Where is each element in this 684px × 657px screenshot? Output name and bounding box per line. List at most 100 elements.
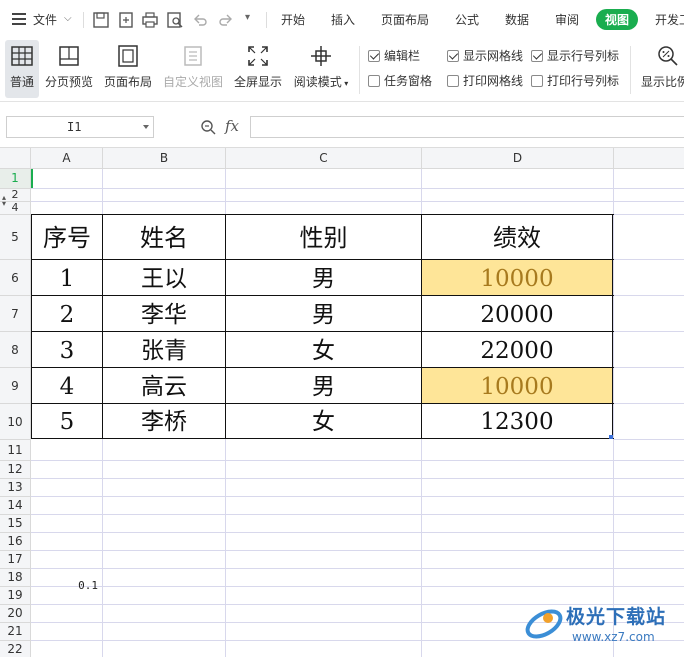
row-header-20[interactable]: 20: [0, 605, 31, 623]
formula-bar-checkbox[interactable]: 编辑栏: [368, 47, 420, 63]
save-icon[interactable]: [92, 11, 110, 29]
cell-b10[interactable]: 李桥: [103, 404, 225, 439]
page-layout-view-button[interactable]: 页面布局: [101, 40, 155, 98]
tab-home[interactable]: 开始: [281, 11, 305, 28]
row-header-17[interactable]: 17: [0, 551, 31, 569]
print-preview-icon[interactable]: [166, 11, 184, 29]
column-header-empty[interactable]: [614, 148, 684, 169]
show-gridlines-checkbox[interactable]: 显示网格线: [447, 47, 523, 63]
cell-d6[interactable]: 10000: [422, 260, 612, 296]
row-header-11[interactable]: 11: [0, 440, 31, 461]
cell-a8[interactable]: 3: [32, 332, 102, 368]
custom-view-button[interactable]: 自定义视图: [161, 40, 225, 98]
row-header-1[interactable]: 1: [0, 169, 31, 189]
formula-input[interactable]: [250, 116, 684, 138]
column-header-c[interactable]: C: [226, 148, 422, 169]
row-header-22[interactable]: 22: [0, 641, 31, 657]
name-box-dropdown-icon[interactable]: [143, 125, 149, 129]
export-pdf-icon[interactable]: [117, 11, 135, 29]
tab-insert[interactable]: 插入: [331, 11, 355, 28]
row-header-18[interactable]: 18: [0, 569, 31, 587]
grid-view-icon: [11, 46, 33, 66]
fullscreen-icon: [248, 46, 268, 66]
row-header-5[interactable]: 5: [0, 215, 31, 260]
print-headings-checkbox[interactable]: 打印行号列标: [531, 72, 619, 88]
row-header-10[interactable]: 10: [0, 404, 31, 440]
cell-b7[interactable]: 李华: [103, 296, 225, 332]
undo-icon[interactable]: [191, 11, 209, 29]
row-header-7[interactable]: 7: [0, 296, 31, 332]
cell-a6[interactable]: 1: [32, 260, 102, 296]
custom-view-icon: [184, 46, 202, 66]
select-all-corner[interactable]: [0, 148, 31, 169]
row-header-16[interactable]: 16: [0, 533, 31, 551]
tab-formulas[interactable]: 公式: [455, 11, 479, 28]
cell-c7[interactable]: 男: [226, 296, 421, 332]
reading-mode-dropdown-icon: ▾: [341, 79, 349, 88]
cell-b9[interactable]: 高云: [103, 368, 225, 404]
header-cell-index[interactable]: 序号: [32, 215, 102, 259]
tab-page-layout[interactable]: 页面布局: [381, 11, 429, 28]
cell-a7[interactable]: 2: [32, 296, 102, 332]
row-header-6[interactable]: 6: [0, 260, 31, 296]
sheet-grid[interactable]: A B C D 1 2 4 ▴ ▾ 5 6 7 8 9 10 11 12 13 1…: [0, 148, 684, 657]
file-menu[interactable]: 文件: [33, 11, 57, 28]
zoom-search-icon[interactable]: [200, 119, 216, 135]
tab-data[interactable]: 数据: [505, 11, 529, 28]
cell-c10[interactable]: 女: [226, 404, 421, 439]
cell-c6[interactable]: 男: [226, 260, 421, 296]
cell-a9[interactable]: 4: [32, 368, 102, 404]
row-header-8[interactable]: 8: [0, 332, 31, 368]
row-header-19[interactable]: 19: [0, 587, 31, 605]
reading-mode-icon: [311, 46, 331, 66]
tab-review[interactable]: 审阅: [555, 11, 579, 28]
column-header-d[interactable]: D: [422, 148, 614, 169]
redo-icon[interactable]: [217, 11, 235, 29]
header-cell-performance[interactable]: 绩效: [422, 215, 612, 259]
cell-d7[interactable]: 20000: [422, 296, 612, 332]
watermark-title: 极光下载站: [566, 606, 667, 628]
active-cell-indicator: [31, 169, 33, 188]
cell-a10[interactable]: 5: [32, 404, 102, 439]
watermark-logo-icon: [525, 609, 563, 639]
row-header-21[interactable]: 21: [0, 623, 31, 641]
row-header-14[interactable]: 14: [0, 497, 31, 515]
page-layout-icon: [118, 45, 138, 67]
cell-b8[interactable]: 张青: [103, 332, 225, 368]
reading-mode-button[interactable]: 阅读模式 ▾: [290, 40, 352, 98]
column-header-b[interactable]: B: [103, 148, 226, 169]
normal-view-button[interactable]: 普通: [5, 40, 39, 98]
cell-c8[interactable]: 女: [226, 332, 421, 368]
cell-a18[interactable]: 0.1: [32, 577, 101, 594]
row-header-9[interactable]: 9: [0, 368, 31, 404]
cell-d9[interactable]: 10000: [422, 368, 612, 404]
row-header-12[interactable]: 12: [0, 461, 31, 479]
quick-access-more-icon[interactable]: ▾: [245, 12, 250, 23]
page-break-preview-button[interactable]: 分页预览: [42, 40, 96, 98]
row-header-15[interactable]: 15: [0, 515, 31, 533]
header-cell-gender[interactable]: 性别: [226, 215, 421, 259]
hidden-rows-marker-icon[interactable]: ▴ ▾: [2, 194, 6, 208]
row-header-13[interactable]: 13: [0, 479, 31, 497]
cell-d8[interactable]: 22000: [422, 332, 612, 368]
cell-d10[interactable]: 12300: [422, 404, 612, 439]
zoom-button[interactable]: 显示比例: [638, 40, 684, 98]
name-box[interactable]: I1: [6, 116, 154, 138]
insert-function-icon[interactable]: fx: [225, 117, 239, 135]
task-pane-checkbox[interactable]: 任务窗格: [368, 72, 432, 88]
print-gridlines-checkbox[interactable]: 打印网格线: [447, 72, 523, 88]
file-chevron-down-icon[interactable]: ⌵: [64, 13, 72, 24]
tab-view[interactable]: 视图: [596, 9, 639, 30]
fullscreen-button[interactable]: 全屏显示: [231, 40, 285, 98]
header-cell-name[interactable]: 姓名: [103, 215, 225, 259]
print-icon[interactable]: [141, 11, 159, 29]
zoom-percent-icon: [658, 46, 678, 66]
column-header-a[interactable]: A: [31, 148, 103, 169]
show-headings-checkbox[interactable]: 显示行号列标: [531, 47, 619, 63]
hamburger-menu-icon[interactable]: [12, 13, 26, 25]
tab-developer[interactable]: 开发工: [655, 11, 684, 28]
cell-b6[interactable]: 王以: [103, 260, 225, 296]
spreadsheet-window: 文件 ⌵ ▾ 开始 插入 页面布局 公式 数据 审阅 视图 开发工 普通 分页预…: [0, 0, 684, 657]
cell-c9[interactable]: 男: [226, 368, 421, 404]
menu-bar: 文件 ⌵ ▾ 开始 插入 页面布局 公式 数据 审阅 视图 开发工: [0, 0, 684, 40]
